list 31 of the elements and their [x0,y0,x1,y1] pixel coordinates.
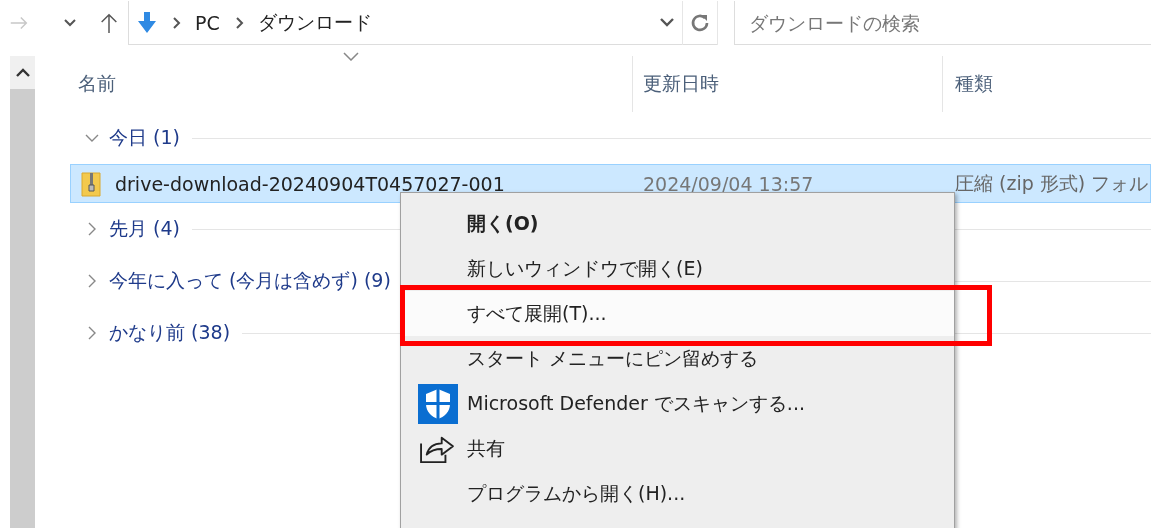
search-field[interactable]: ダウンロードの検索 [734,1,1151,45]
breadcrumb-item[interactable]: PC [195,11,220,34]
chevron-down-icon[interactable] [660,18,674,27]
menu-item[interactable]: Microsoft Defender でスキャンする... [401,381,954,426]
file-type: 圧縮 (zip 形式) フォル [954,170,1150,196]
column-header[interactable]: 更新日時 [632,56,942,112]
menu-item[interactable]: スタート メニューにピン留めする [401,336,954,381]
address-bar[interactable]: PC ダウンロード [128,1,718,45]
group-label[interactable]: 今年に入って (今月は含めず) (9) [109,268,391,294]
sort-chevron-icon [343,52,359,61]
file-name: drive-download-20240904T0457027-001 [115,172,505,195]
chevron-right-icon [173,16,181,29]
column-header[interactable]: 名前 [70,56,632,112]
chevron-down-icon[interactable] [64,19,76,27]
zip-folder-icon [81,170,101,197]
breadcrumb-item[interactable]: ダウンロード [257,9,372,36]
download-arrow-icon [137,11,157,34]
menu-item[interactable]: プログラムから開く(H)... [401,471,954,516]
scroll-up-icon[interactable] [15,68,30,77]
up-arrow-icon[interactable] [98,11,120,35]
group-label[interactable]: 先月 (4) [109,216,180,242]
shield-icon [418,383,458,424]
column-header[interactable]: 種類 [942,56,1151,112]
file-date: 2024/09/04 13:57 [642,172,815,195]
group-label[interactable]: 今日 (1) [109,125,180,151]
menu-item[interactable]: 新しいウィンドウで開く(E) [401,246,954,291]
chevron-right-icon [235,16,244,29]
menu-item[interactable]: 共有 [401,426,954,471]
menu-item[interactable]: 開く(O) [401,201,954,246]
refresh-icon[interactable] [690,12,710,33]
group-label[interactable]: かなり前 (38) [109,320,231,346]
